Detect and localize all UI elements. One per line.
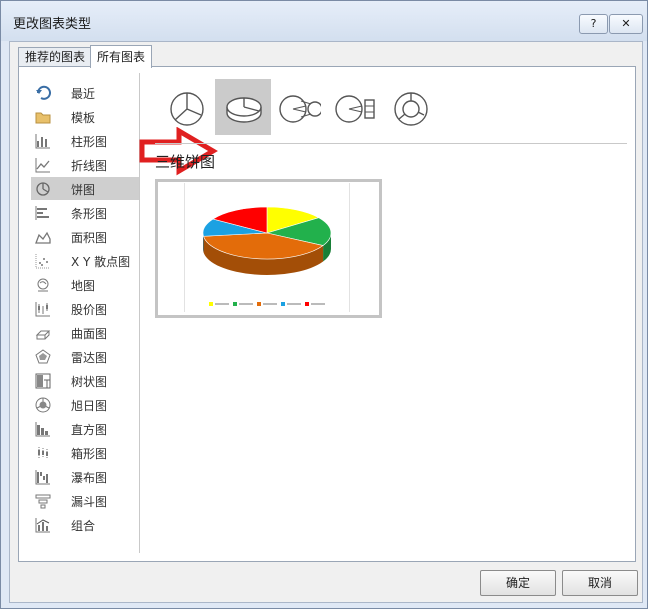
chart-category-item[interactable]: 股价图 xyxy=(31,297,139,320)
chart-subtype-option[interactable] xyxy=(327,79,383,135)
close-icon: ✕ xyxy=(621,17,631,30)
combo-chart-icon xyxy=(35,518,50,533)
box-chart-icon xyxy=(38,447,48,459)
title-bar: 更改图表类型 ? ✕ xyxy=(1,1,647,41)
chart-category-label: 瀑布图 xyxy=(71,471,108,485)
chart-category-label: 旭日图 xyxy=(71,399,108,413)
treemap-chart-icon xyxy=(35,373,51,389)
surface-chart-icon xyxy=(35,330,51,340)
chart-category-label: 树状图 xyxy=(71,375,108,389)
help-button[interactable]: ? xyxy=(579,14,608,34)
gallery-separator xyxy=(155,143,627,144)
pie-chart-icon xyxy=(36,182,50,196)
ok-button[interactable]: 确定 xyxy=(480,570,556,596)
funnel-chart-icon xyxy=(35,494,51,509)
chart-category-label: 漏斗图 xyxy=(71,495,108,509)
chart-category-label: 折线图 xyxy=(71,159,108,173)
chart-subtype-option[interactable] xyxy=(215,79,271,135)
chart-category-item[interactable]: 曲面图 xyxy=(31,321,139,344)
chart-subtype-option[interactable] xyxy=(383,79,439,135)
legend-swatch xyxy=(281,302,285,306)
radar-chart-icon xyxy=(35,349,51,364)
tab-all-charts[interactable]: 所有图表 xyxy=(90,45,153,68)
chart-category-item[interactable]: 树状图 xyxy=(31,369,139,392)
pie-of-pie-subtype-icon xyxy=(279,95,321,123)
doughnut-subtype-icon xyxy=(394,92,428,126)
chart-preview[interactable] xyxy=(155,179,382,318)
map-chart-icon xyxy=(37,278,49,292)
chart-category-label: 饼图 xyxy=(71,183,96,197)
legend-swatch xyxy=(257,302,261,306)
chart-category-label: 地图 xyxy=(71,279,96,293)
chart-category-label: 股价图 xyxy=(71,303,108,317)
chart-category-item[interactable]: 漏斗图 xyxy=(31,489,139,512)
chart-preview-area xyxy=(184,183,350,312)
chart-category-item[interactable]: 柱形图 xyxy=(31,129,139,152)
chart-category-label: 最近 xyxy=(71,87,96,101)
pie-subtype-icon xyxy=(170,92,204,126)
3d-pie-preview xyxy=(202,206,332,306)
folder-icon xyxy=(35,112,51,124)
legend-label-placeholder xyxy=(311,303,325,305)
chart-category-item[interactable]: 模板 xyxy=(31,105,139,128)
chart-category-item[interactable]: 旭日图 xyxy=(31,393,139,416)
chart-category-label: 组合 xyxy=(71,519,96,533)
chart-category-item[interactable]: 瀑布图 xyxy=(31,465,139,488)
legend-swatch xyxy=(233,302,237,306)
chart-category-label: X Y 散点图 xyxy=(71,255,131,269)
line-chart-icon xyxy=(35,158,50,173)
chart-category-item[interactable]: 组合 xyxy=(31,513,139,536)
chart-category-label: 箱形图 xyxy=(71,447,108,461)
chart-category-list: 最近模板柱形图折线图饼图条形图面积图 X Y 散点图 地图股价图曲面图雷达图树状图旭… xyxy=(31,81,139,537)
chart-category-item[interactable]: 最近 xyxy=(31,81,139,104)
area-chart-icon xyxy=(35,231,51,244)
bar-of-pie-subtype-icon xyxy=(335,95,375,123)
close-button[interactable]: ✕ xyxy=(609,14,643,34)
chart-category-item[interactable]: 地图 xyxy=(31,273,139,296)
all-charts-panel: 最近模板柱形图折线图饼图条形图面积图 X Y 散点图 地图股价图曲面图雷达图树状图旭… xyxy=(18,66,636,562)
chart-category-item[interactable]: 直方图 xyxy=(31,417,139,440)
stock-chart-icon xyxy=(35,302,50,317)
chart-category-label: 模板 xyxy=(71,111,96,125)
legend-label-placeholder xyxy=(239,303,253,305)
3d-pie-subtype-icon xyxy=(226,97,262,123)
change-chart-type-dialog: 更改图表类型 ? ✕ 推荐的图表 所有图表 最近模板柱形图折线图饼图条形图面积图… xyxy=(0,0,648,609)
chart-category-label: 曲面图 xyxy=(71,327,108,341)
legend-label-placeholder xyxy=(287,303,301,305)
chart-category-item[interactable]: 箱形图 xyxy=(31,441,139,464)
chart-category-item[interactable]: 折线图 xyxy=(31,153,139,176)
chart-subtype-option[interactable] xyxy=(271,79,327,135)
bar-chart-icon xyxy=(35,206,49,220)
column-chart-icon xyxy=(35,134,50,149)
cancel-button[interactable]: 取消 xyxy=(562,570,638,596)
histogram-chart-icon xyxy=(35,422,50,437)
waterfall-chart-icon xyxy=(35,470,50,485)
chart-category-item[interactable]: 面积图 xyxy=(31,225,139,248)
chart-category-label: 直方图 xyxy=(71,423,108,437)
chart-category-item[interactable]: X Y 散点图 xyxy=(31,249,139,272)
chart-category-label: 条形图 xyxy=(71,207,108,221)
chart-category-item[interactable]: 条形图 xyxy=(31,201,139,224)
tab-recommended-charts[interactable]: 推荐的图表 xyxy=(18,47,93,66)
chart-category-label: 雷达图 xyxy=(71,351,108,365)
dialog-body: 推荐的图表 所有图表 最近模板柱形图折线图饼图条形图面积图 X Y 散点图 地图股价… xyxy=(9,41,643,603)
sunburst-chart-icon xyxy=(35,397,51,413)
selected-chart-title: 三维饼图 xyxy=(155,153,216,171)
legend-label-placeholder xyxy=(215,303,229,305)
chart-category-item[interactable]: 饼图 xyxy=(31,177,139,200)
dialog-title: 更改图表类型 xyxy=(13,17,92,32)
recent-icon xyxy=(36,85,51,100)
legend-swatch xyxy=(305,302,309,306)
chart-category-label: 面积图 xyxy=(71,231,108,245)
scatter-chart-icon xyxy=(35,254,50,269)
legend-label-placeholder xyxy=(263,303,277,305)
chart-category-item[interactable]: 雷达图 xyxy=(31,345,139,368)
legend-swatch xyxy=(209,302,213,306)
chart-category-label: 柱形图 xyxy=(71,135,108,149)
